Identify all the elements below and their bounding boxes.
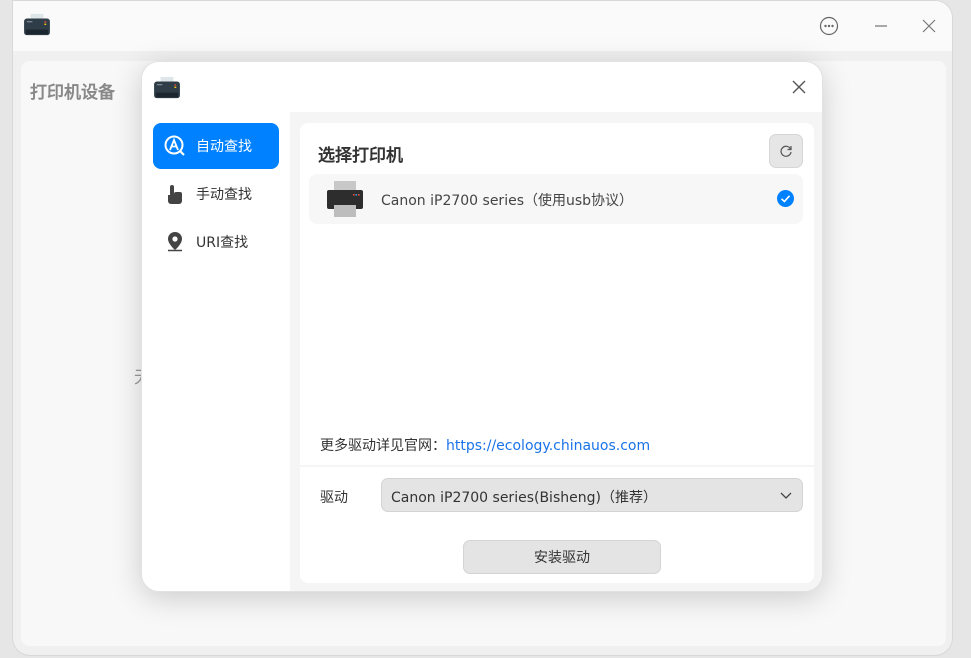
- more-icon[interactable]: [816, 13, 842, 39]
- check-icon: [777, 190, 794, 207]
- location-pin-icon: [168, 232, 182, 252]
- close-icon[interactable]: [790, 78, 808, 96]
- more-drivers-link[interactable]: https://ecology.chinauos.com: [446, 438, 650, 454]
- nav-label: URI查找: [196, 235, 249, 251]
- printer-icon: [23, 13, 51, 37]
- page-title: 打印机设备: [30, 83, 115, 103]
- printer-icon: [153, 76, 181, 100]
- refresh-icon: [780, 145, 792, 157]
- printer-icon: [327, 181, 363, 217]
- nav-manual-search[interactable]: 手动查找: [153, 171, 279, 217]
- driver-select[interactable]: Canon iP2700 series(Bisheng)（推荐）: [381, 478, 803, 512]
- install-driver-button[interactable]: 安装驱动: [463, 540, 661, 574]
- add-printer-dialog: 自动查找 手动查找 URI查找 选择打印机 Canon iP2700 serie…: [141, 61, 823, 592]
- close-icon[interactable]: [916, 13, 942, 39]
- divider: [300, 465, 814, 467]
- more-drivers-info: 更多驱动详见官网：https://ecology.chinauos.com: [320, 435, 650, 455]
- hand-pointer-icon: [168, 185, 182, 204]
- auto-search-icon: [164, 135, 185, 156]
- more-drivers-label: 更多驱动详见官网：: [320, 438, 446, 454]
- chevron-down-icon: [780, 492, 792, 499]
- dialog-header: [142, 62, 822, 112]
- minimize-icon[interactable]: [868, 13, 894, 39]
- select-printer-card: 选择打印机 Canon iP2700 series（使用usb协议） 更多驱动详…: [300, 123, 814, 583]
- nav-uri-search[interactable]: URI查找: [153, 219, 279, 265]
- driver-label: 驱动: [320, 490, 348, 506]
- printer-list-item[interactable]: Canon iP2700 series（使用usb协议）: [309, 174, 803, 224]
- section-title: 选择打印机: [318, 146, 403, 166]
- refresh-button[interactable]: [769, 134, 803, 168]
- printer-name: Canon iP2700 series（使用usb协议）: [381, 193, 634, 209]
- nav-auto-search[interactable]: 自动查找: [153, 123, 279, 169]
- dialog-sidebar: 自动查找 手动查找 URI查找: [142, 112, 290, 591]
- nav-label: 自动查找: [196, 139, 252, 155]
- nav-label: 手动查找: [196, 187, 252, 203]
- driver-selected-value: Canon iP2700 series(Bisheng)（推荐）: [391, 490, 657, 506]
- titlebar: [13, 1, 952, 51]
